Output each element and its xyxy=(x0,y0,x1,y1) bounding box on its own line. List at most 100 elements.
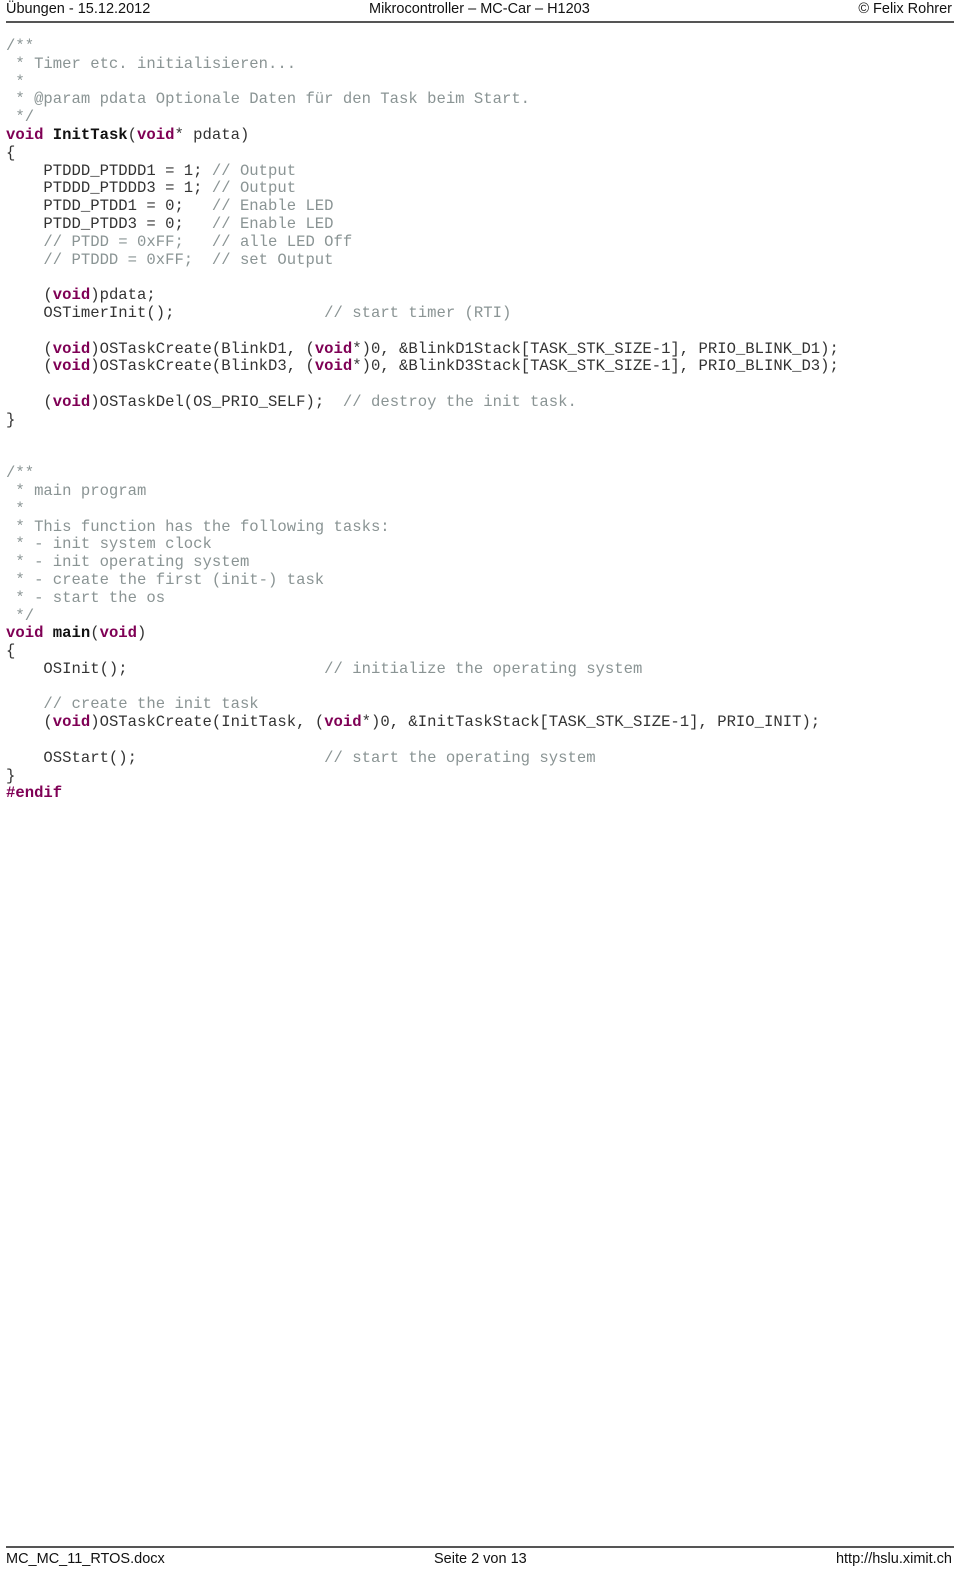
code-comment: // Enable LED xyxy=(211,197,334,216)
code-comment: // start the operating system xyxy=(324,748,596,767)
code-keyword: void xyxy=(52,392,91,411)
code-comment: * main program xyxy=(6,481,147,500)
code-comment: // Output xyxy=(211,161,297,180)
code-text: ( xyxy=(6,286,53,305)
code-line: // create the init task xyxy=(6,696,839,714)
code-line: } xyxy=(6,411,839,430)
code-line: OSStart(); // start the operating system xyxy=(6,748,839,768)
code-line: /** xyxy=(6,37,839,56)
code-keyword: void xyxy=(52,286,91,305)
code-text: OSInit(); xyxy=(6,659,325,678)
code-text: PTDD_PTDD1 = 0; xyxy=(6,197,212,216)
code-line: PTDD_PTDD3 = 0; // Enable LED xyxy=(6,214,839,234)
code-line: { xyxy=(6,642,839,661)
code-keyword: void xyxy=(137,125,175,144)
code-line: // PTDDD = 0xFF; // set Output xyxy=(6,250,839,270)
code-keyword: void xyxy=(6,125,44,144)
code-comment: /** xyxy=(6,464,35,483)
code-line: * - init system clock xyxy=(6,535,839,554)
footer-url: http://hslu.ximit.ch xyxy=(835,1551,952,1567)
code-line: // PTDD = 0xFF; // alle LED Off xyxy=(6,232,839,252)
code-listing: /** * Timer etc. initialisieren... * * @… xyxy=(6,37,839,803)
code-line: void InitTask(void* pdata) xyxy=(6,125,839,145)
code-comment: // PTDDD = 0xFF; // set Output xyxy=(6,250,334,269)
code-text: OSStart(); xyxy=(6,748,325,767)
code-keyword: void xyxy=(52,339,91,358)
code-text: )OSTaskCreate(InitTask, ( xyxy=(90,713,325,732)
code-line: (void)OSTaskCreate(BlinkD1, (void*)0, &B… xyxy=(6,339,839,359)
code-keyword: void xyxy=(52,713,91,732)
header-author: © Felix Rohrer xyxy=(858,1,952,17)
code-comment: * @param pdata Optionale Daten für den T… xyxy=(6,90,531,109)
footer-filename: MC_MC_11_RTOS.docx xyxy=(6,1551,165,1567)
code-comment: // destroy the init task. xyxy=(342,392,577,411)
code-comment: * - start the os xyxy=(6,588,166,607)
code-line: * xyxy=(6,499,839,519)
code-keyword: void xyxy=(324,713,362,732)
code-comment: */ xyxy=(6,606,35,625)
code-line: * main program xyxy=(6,481,839,501)
code-line: (void)OSTaskCreate(BlinkD3, (void*)0, &B… xyxy=(6,357,839,376)
code-text: OSTimerInit(); xyxy=(6,303,325,322)
code-text: ( xyxy=(6,713,53,732)
code-comment: * This function has the following tasks: xyxy=(6,517,390,536)
code-text: PTDDD_PTDDD3 = 1; xyxy=(6,179,212,198)
code-text: )OSTaskCreate(BlinkD1, ( xyxy=(90,339,315,358)
code-line: #endif xyxy=(6,785,839,803)
code-line: * - create the first (init-) task xyxy=(6,570,839,590)
code-line: (void)OSTaskDel(OS_PRIO_SELF); // destro… xyxy=(6,392,839,412)
code-comment: // PTDD = 0xFF; // alle LED Off xyxy=(6,232,353,251)
code-comment: // Enable LED xyxy=(211,214,334,233)
code-function-name: InitTask xyxy=(52,125,128,144)
code-line: (void)pdata; xyxy=(6,286,839,305)
code-text: )OSTaskCreate(BlinkD3, ( xyxy=(90,357,315,376)
code-text: PTDDD_PTDDD1 = 1; xyxy=(6,161,212,180)
code-comment: * - create the first (init-) task xyxy=(6,570,325,589)
header-date: Übungen - 15.12.2012 xyxy=(6,1,151,17)
code-line: (void)OSTaskCreate(InitTask, (void*)0, &… xyxy=(6,713,839,732)
code-line: */ xyxy=(6,108,839,127)
code-line: * - init operating system xyxy=(6,553,839,572)
code-line: * - start the os xyxy=(6,588,839,608)
code-text: ( xyxy=(127,125,138,144)
code-text: )pdata; xyxy=(90,286,156,305)
code-keyword: #endif xyxy=(6,784,63,803)
code-comment: * xyxy=(6,72,25,91)
code-text: *)0, &BlinkD3Stack[TASK_STK_SIZE-1], PRI… xyxy=(352,357,839,376)
code-keyword: void xyxy=(52,357,91,376)
code-text: { xyxy=(6,143,16,162)
code-line: OSInit(); // initialize the operating sy… xyxy=(6,659,839,679)
code-text: ( xyxy=(6,357,53,376)
code-line: PTDDD_PTDDD3 = 1; // Output xyxy=(6,179,839,198)
code-text: )OSTaskDel(OS_PRIO_SELF); xyxy=(90,392,343,411)
code-comment: // Output xyxy=(211,179,297,198)
code-text: ) xyxy=(137,624,147,643)
code-text: *)0, &BlinkD1Stack[TASK_STK_SIZE-1], PRI… xyxy=(352,339,839,358)
code-comment: // initialize the operating system xyxy=(324,659,643,678)
code-line: PTDD_PTDD1 = 0; // Enable LED xyxy=(6,197,839,216)
code-comment: * xyxy=(6,499,25,518)
code-line: */ xyxy=(6,606,839,626)
code-text: } xyxy=(6,766,16,785)
code-line: { xyxy=(6,143,839,163)
code-line: PTDDD_PTDDD1 = 1; // Output xyxy=(6,161,839,181)
code-line: * @param pdata Optionale Daten für den T… xyxy=(6,90,839,109)
code-line: * Timer etc. initialisieren... xyxy=(6,54,839,74)
code-comment: */ xyxy=(6,108,35,127)
code-function-name: main xyxy=(52,624,91,643)
code-line: * This function has the following tasks: xyxy=(6,517,839,537)
code-text: *)0, &InitTaskStack[TASK_STK_SIZE-1], PR… xyxy=(361,713,821,732)
code-text: ( xyxy=(6,392,53,411)
code-text: { xyxy=(6,642,16,661)
code-comment: * - init operating system xyxy=(6,553,250,572)
page-header: Übungen - 15.12.2012 Mikrocontroller – M… xyxy=(6,0,954,23)
code-comment: * Timer etc. initialisieren... xyxy=(6,54,297,73)
code-text: * pdata) xyxy=(174,125,250,144)
code-line: } xyxy=(6,766,839,786)
